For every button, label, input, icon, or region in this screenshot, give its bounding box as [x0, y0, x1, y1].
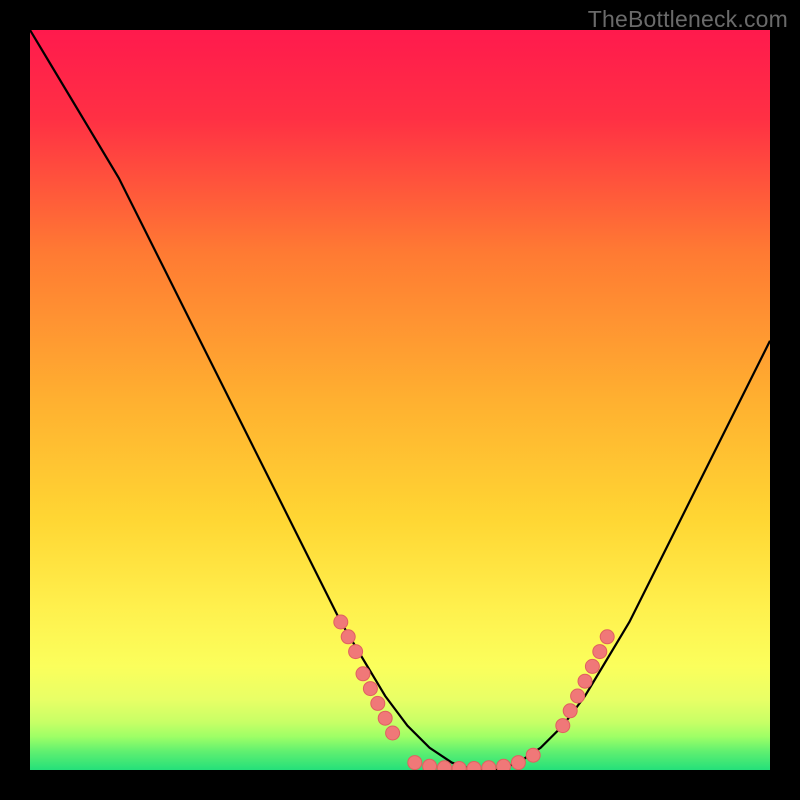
data-marker — [556, 719, 570, 733]
data-marker — [356, 667, 370, 681]
data-marker — [571, 689, 585, 703]
data-marker — [585, 659, 599, 673]
data-marker — [341, 630, 355, 644]
data-marker — [423, 759, 437, 770]
data-marker — [378, 711, 392, 725]
data-marker — [371, 696, 385, 710]
data-marker — [593, 645, 607, 659]
data-marker — [497, 759, 511, 770]
data-marker — [363, 682, 377, 696]
data-marker — [334, 615, 348, 629]
data-marker — [437, 761, 451, 770]
data-marker — [482, 761, 496, 770]
watermark-text: TheBottleneck.com — [588, 6, 788, 33]
data-marker — [511, 756, 525, 770]
data-marker — [408, 756, 422, 770]
data-marker — [600, 630, 614, 644]
data-marker — [467, 762, 481, 771]
plot-area — [30, 30, 770, 770]
data-marker — [563, 704, 577, 718]
data-marker — [349, 645, 363, 659]
data-marker — [578, 674, 592, 688]
data-markers — [334, 615, 614, 770]
curve-layer — [30, 30, 770, 770]
chart-frame — [30, 30, 770, 770]
bottleneck-curve — [30, 30, 770, 770]
data-marker — [386, 726, 400, 740]
data-marker — [526, 748, 540, 762]
